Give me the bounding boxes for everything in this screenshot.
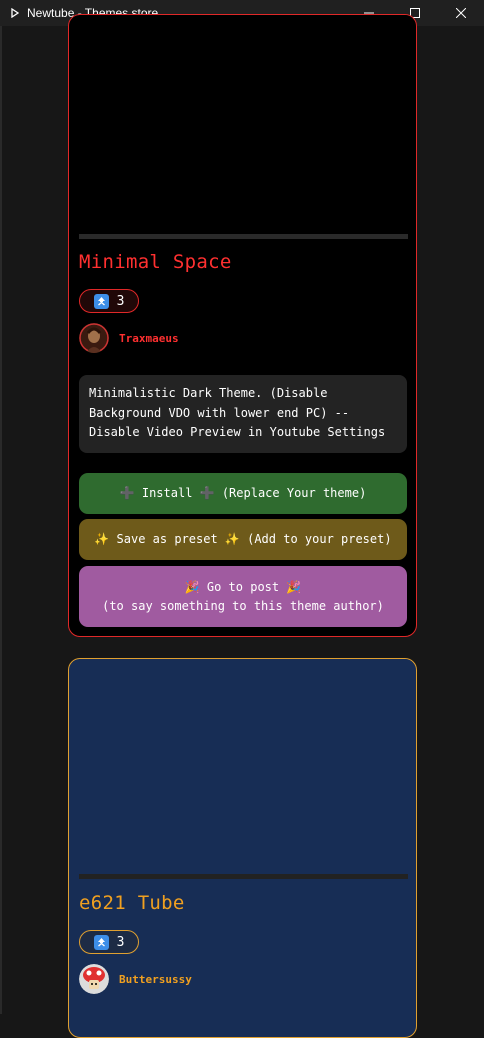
avatar [79,323,109,353]
install-button[interactable]: ➕ Install ➕ (Replace Your theme) [79,473,407,514]
theme-title: Minimal Space [79,251,232,273]
theme-card-e621-tube: e621 Tube 3 Buttersussy [68,658,417,1038]
avatar [79,964,109,994]
author-name: Traxmaeus [119,331,179,345]
save-preset-button[interactable]: ✨ Save as preset ✨ (Add to your preset) [79,519,407,560]
theme-card-minimal-space: Minimal Space 3 Traxmaeus Minimalistic D… [68,14,417,637]
scroll-edge [0,26,2,1014]
vote-count: 3 [116,293,125,309]
app-icon [9,7,21,19]
theme-description: Minimalistic Dark Theme. (Disable Backgr… [79,375,407,453]
theme-preview [79,659,408,879]
vote-button[interactable]: 3 [79,289,139,313]
close-icon[interactable] [438,0,484,26]
theme-preview [79,15,408,239]
author[interactable]: Buttersussy [79,964,192,994]
author-name: Buttersussy [119,972,192,986]
up-arrow-icon [93,934,109,950]
up-arrow-icon [93,293,109,309]
vote-button[interactable]: 3 [79,930,139,954]
go-to-post-button[interactable]: 🎉 Go to post 🎉 (to say something to this… [79,566,407,627]
author[interactable]: Traxmaeus [79,323,179,353]
vote-count: 3 [116,934,125,950]
theme-title: e621 Tube [79,892,185,914]
